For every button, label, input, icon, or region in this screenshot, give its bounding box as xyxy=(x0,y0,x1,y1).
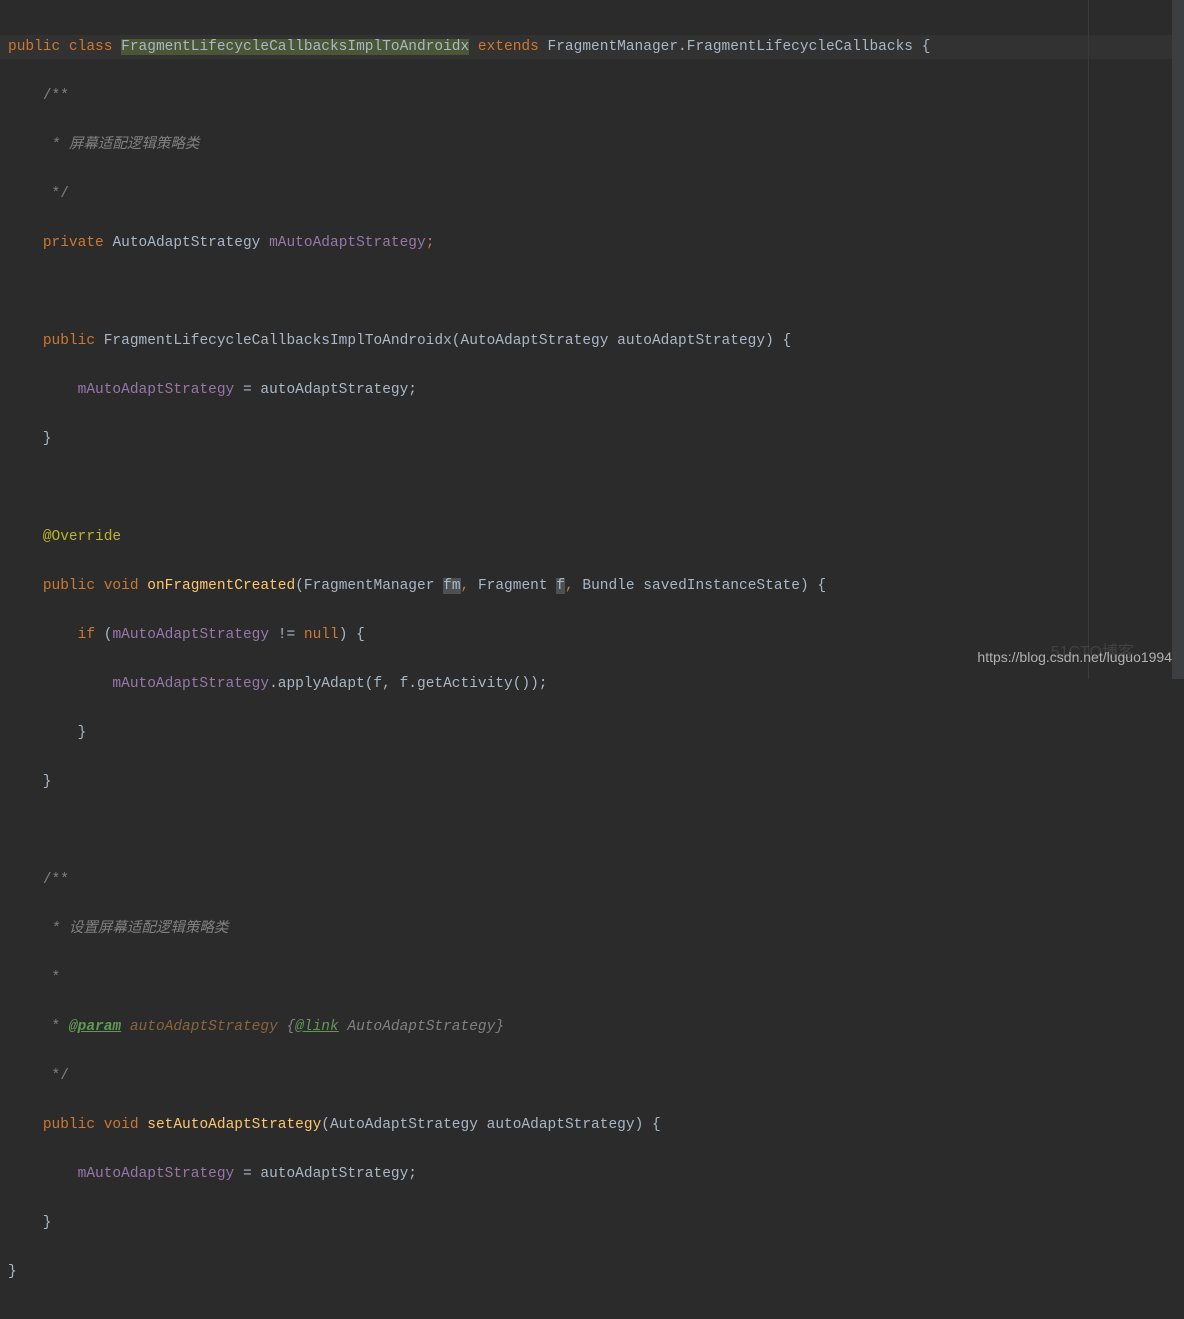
keyword-void: void xyxy=(104,1117,139,1133)
keyword-public: public xyxy=(43,578,95,594)
code-line: } xyxy=(8,1260,1176,1285)
code-line: mAutoAdaptStrategy.applyAdapt(f, f.getAc… xyxy=(8,672,1176,697)
code-line: mAutoAdaptStrategy = autoAdaptStrategy; xyxy=(8,378,1176,403)
doc-link-tag: @link xyxy=(295,1019,339,1035)
method-name: onFragmentCreated xyxy=(147,578,295,594)
keyword-public: public xyxy=(8,39,60,55)
code-line: public class FragmentLifecycleCallbacksI… xyxy=(0,35,1184,60)
keyword-null: null xyxy=(304,627,339,643)
blank-line xyxy=(8,476,1176,501)
field-name: mAutoAdaptStrategy xyxy=(269,235,426,251)
comment-prefix: * xyxy=(43,1019,69,1035)
doc-brace: } xyxy=(495,1019,504,1035)
code-line: public FragmentLifecycleCallbacksImplToA… xyxy=(8,329,1176,354)
param-type: FragmentManager xyxy=(304,578,435,594)
keyword-public: public xyxy=(43,333,95,349)
param-type: AutoAdaptStrategy xyxy=(330,1117,478,1133)
code-line: /** xyxy=(8,84,1176,109)
param-name: savedInstanceState xyxy=(643,578,800,594)
code-line: * @param autoAdaptStrategy {@link AutoAd… xyxy=(8,1015,1176,1040)
code-line: @Override xyxy=(8,525,1176,550)
brace: { xyxy=(913,39,930,55)
code-line: * xyxy=(8,966,1176,991)
code-line: mAutoAdaptStrategy = autoAdaptStrategy; xyxy=(8,1162,1176,1187)
field-ref: mAutoAdaptStrategy xyxy=(112,627,269,643)
comment-open: /** xyxy=(43,88,69,104)
method-name: setAutoAdaptStrategy xyxy=(147,1117,321,1133)
comment-body: * 屏幕适配逻辑策略类 xyxy=(43,137,200,153)
field-ref: mAutoAdaptStrategy xyxy=(112,676,269,692)
comment-body: * 设置屏幕适配逻辑策略类 xyxy=(43,921,229,937)
code-line: public void onFragmentCreated(FragmentMa… xyxy=(8,574,1176,599)
constructor-name: FragmentLifecycleCallbacksImplToAndroidx xyxy=(104,333,452,349)
field-ref: mAutoAdaptStrategy xyxy=(78,1166,235,1182)
field-type: AutoAdaptStrategy xyxy=(112,235,260,251)
keyword-void: void xyxy=(104,578,139,594)
code-line: private AutoAdaptStrategy mAutoAdaptStra… xyxy=(8,231,1176,256)
doc-param-name: autoAdaptStrategy xyxy=(121,1019,286,1035)
annotation-override: @Override xyxy=(43,529,121,545)
keyword-if: if xyxy=(78,627,95,643)
watermark-url: https://blog.csdn.net/luguo1994 xyxy=(977,645,1172,670)
vertical-scrollbar[interactable] xyxy=(1172,0,1184,679)
code-line: /** xyxy=(8,868,1176,893)
method-call: applyAdapt xyxy=(278,676,365,692)
doc-param-tag: @param xyxy=(69,1019,121,1035)
param-name: autoAdaptStrategy xyxy=(487,1117,635,1133)
comment-open: /** xyxy=(43,872,69,888)
doc-brace: { xyxy=(286,1019,295,1035)
param-name: autoAdaptStrategy xyxy=(617,333,765,349)
code-line: * 屏幕适配逻辑策略类 xyxy=(8,133,1176,158)
call-args: (f, f.getActivity()); xyxy=(365,676,548,692)
keyword-class: class xyxy=(69,39,113,55)
field-ref: mAutoAdaptStrategy xyxy=(78,382,235,398)
margin-guide xyxy=(1088,0,1089,679)
code-line: } xyxy=(8,721,1176,746)
class-name-highlighted: FragmentLifecycleCallbacksImplToAndroidx xyxy=(121,39,469,55)
code-line: if (mAutoAdaptStrategy != null) { xyxy=(8,623,1176,648)
param-type: AutoAdaptStrategy xyxy=(461,333,609,349)
param-name-highlighted: fm xyxy=(443,578,460,594)
assignment: = autoAdaptStrategy; xyxy=(234,1166,417,1182)
comment-close: */ xyxy=(43,186,69,202)
blank-line xyxy=(8,280,1176,305)
keyword-public: public xyxy=(43,1117,95,1133)
keyword-private: private xyxy=(43,235,104,251)
operator: != xyxy=(269,627,304,643)
code-line: */ xyxy=(8,1064,1176,1089)
blank-line xyxy=(8,819,1176,844)
parent-class: FragmentManager.FragmentLifecycleCallbac… xyxy=(548,39,913,55)
code-line: */ xyxy=(8,182,1176,207)
semicolon: ; xyxy=(426,235,435,251)
comment-close: */ xyxy=(43,1068,69,1084)
code-line: * 设置屏幕适配逻辑策略类 xyxy=(8,917,1176,942)
doc-link-text: AutoAdaptStrategy xyxy=(339,1019,496,1035)
keyword-extends: extends xyxy=(478,39,539,55)
code-line: } xyxy=(8,770,1176,795)
code-line: } xyxy=(8,427,1176,452)
code-line: } xyxy=(8,1211,1176,1236)
param-type: Bundle xyxy=(582,578,634,594)
param-name-highlighted: f xyxy=(556,578,565,594)
code-line: public void setAutoAdaptStrategy(AutoAda… xyxy=(8,1113,1176,1138)
param-type: Fragment xyxy=(478,578,548,594)
assignment: = autoAdaptStrategy; xyxy=(234,382,417,398)
comment-body: * xyxy=(43,970,60,986)
